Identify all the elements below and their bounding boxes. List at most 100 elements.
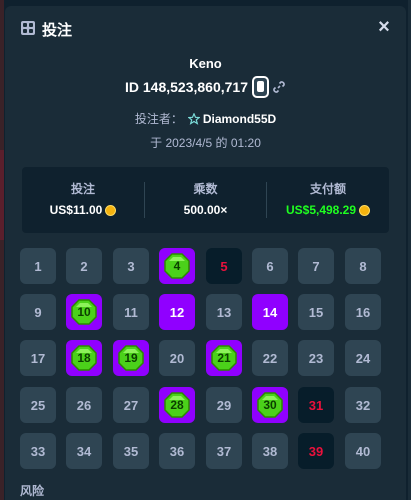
keno-grid-icon [21, 21, 35, 35]
keno-grid: 1 2 3 4 5 6 7 8 9 10 11 12 13 14 15 16 17 18 19 20 21 22 23 24 2… [20, 248, 396, 469]
keno-tile-number: 2 [80, 258, 88, 274]
copy-icon[interactable] [252, 76, 269, 98]
keno-tile-number: 21 [217, 351, 231, 365]
keno-tile-hit[interactable]: 28 [159, 387, 195, 423]
keno-tile-number: 16 [355, 304, 371, 320]
bettor-row: 投注者： Diamond55D [5, 110, 406, 127]
keno-tile[interactable]: 33 [20, 433, 56, 469]
keno-tile-number: 19 [124, 351, 138, 365]
bet-id: ID 148,523,860,717 [125, 79, 248, 95]
keno-tile-number: 20 [169, 350, 185, 366]
keno-tile-number: 10 [77, 305, 91, 319]
keno-tile-hit[interactable]: 19 [113, 340, 149, 376]
stat-payout-value-row: US$5,498.29 [267, 203, 389, 217]
keno-tile[interactable]: 16 [345, 294, 381, 330]
keno-tile-number: 1 [34, 258, 42, 274]
keno-tile[interactable]: 15 [298, 294, 334, 330]
stat-bet-value-row: US$11.00 [22, 203, 144, 217]
keno-tile[interactable]: 11 [113, 294, 149, 330]
stat-multiplier-value-row: 500.00× [145, 203, 266, 217]
keno-tile[interactable]: 34 [66, 433, 102, 469]
stat-multiplier-label: 乘数 [193, 182, 218, 196]
keno-tile-drawn[interactable]: 5 [206, 248, 242, 284]
keno-tile[interactable]: 7 [298, 248, 334, 284]
keno-tile[interactable]: 25 [20, 387, 56, 423]
keno-tile-number: 31 [308, 397, 324, 413]
coin-icon [359, 204, 371, 216]
keno-tile-number: 33 [30, 443, 46, 459]
keno-tile[interactable]: 20 [159, 340, 195, 376]
link-icon[interactable] [272, 80, 286, 94]
keno-tile[interactable]: 36 [159, 433, 195, 469]
stat-bet-label: 投注 [70, 182, 95, 196]
keno-tile-selected[interactable]: 12 [159, 294, 195, 330]
keno-tile-number: 40 [355, 443, 371, 459]
stat-bet-value: US$11.00 [49, 203, 103, 217]
modal-header: 投注 × [5, 6, 406, 50]
keno-tile[interactable]: 9 [20, 294, 56, 330]
keno-tile[interactable]: 38 [252, 433, 288, 469]
keno-tile-number: 13 [216, 304, 232, 320]
keno-tile-number: 3 [127, 258, 135, 274]
star-icon [187, 112, 200, 125]
keno-tile-number: 39 [308, 443, 324, 459]
keno-tile[interactable]: 8 [345, 248, 381, 284]
stat-multiplier: 乘数 500.00× [145, 167, 266, 233]
keno-tile[interactable]: 13 [206, 294, 242, 330]
background-edge-left-accent [0, 150, 4, 240]
stat-payout-value: US$5,498.29 [285, 203, 357, 217]
keno-tile[interactable]: 37 [206, 433, 242, 469]
keno-tile-hit[interactable]: 4 [159, 248, 195, 284]
bet-stats-panel: 投注 US$11.00 乘数 500.00× 支付额 US$5,498.29 [22, 167, 389, 233]
keno-tile-drawn[interactable]: 39 [298, 433, 334, 469]
keno-tile[interactable]: 26 [66, 387, 102, 423]
keno-tile[interactable]: 17 [20, 340, 56, 376]
game-name: Keno [189, 56, 222, 71]
keno-tile-selected[interactable]: 14 [252, 294, 288, 330]
keno-tile-number: 6 [266, 258, 274, 274]
keno-tile-hit[interactable]: 21 [206, 340, 242, 376]
keno-tile-number: 36 [169, 443, 185, 459]
keno-tile[interactable]: 27 [113, 387, 149, 423]
stat-multiplier-value: 500.00× [183, 203, 228, 217]
keno-tile[interactable]: 24 [345, 340, 381, 376]
keno-tile-number: 14 [262, 304, 278, 320]
keno-tile[interactable]: 35 [113, 433, 149, 469]
bettor-label: 投注者： [134, 112, 183, 126]
keno-tile[interactable]: 23 [298, 340, 334, 376]
keno-tile-hit[interactable]: 30 [252, 387, 288, 423]
keno-tile[interactable]: 22 [252, 340, 288, 376]
keno-tile-number: 25 [30, 397, 46, 413]
keno-tile-number: 23 [308, 350, 324, 366]
keno-tile[interactable]: 2 [66, 248, 102, 284]
keno-tile[interactable]: 29 [206, 387, 242, 423]
stat-payout: 支付额 US$5,498.29 [267, 167, 389, 233]
stat-payout-label: 支付额 [309, 182, 346, 196]
bettor-name[interactable]: Diamond55D [203, 112, 276, 126]
bet-date: 于 2023/4/5 的 01:20 [150, 136, 261, 150]
keno-tile-number: 35 [123, 443, 139, 459]
keno-tile[interactable]: 40 [345, 433, 381, 469]
keno-tile-number: 27 [123, 397, 139, 413]
bet-details-modal: 投注 × Keno ID 148,523,860,717 投注者： Diamon… [5, 6, 406, 500]
keno-tile-number: 30 [263, 398, 277, 412]
keno-tile-drawn[interactable]: 31 [298, 387, 334, 423]
keno-tile[interactable]: 1 [20, 248, 56, 284]
keno-tile-hit[interactable]: 18 [66, 340, 102, 376]
keno-tile-number: 24 [355, 350, 371, 366]
keno-tile-number: 37 [216, 443, 232, 459]
keno-tile-number: 11 [124, 304, 138, 320]
risk-section-label: 风险 [20, 484, 45, 498]
keno-tile-number: 18 [77, 351, 91, 365]
keno-tile-number: 5 [220, 258, 228, 274]
close-icon[interactable]: × [374, 17, 394, 37]
keno-tile-number: 15 [308, 304, 324, 320]
keno-tile-number: 38 [262, 443, 278, 459]
keno-tile-number: 26 [76, 397, 92, 413]
keno-tile-number: 9 [34, 304, 42, 320]
keno-tile[interactable]: 32 [345, 387, 381, 423]
keno-tile-hit[interactable]: 10 [66, 294, 102, 330]
keno-tile-number: 34 [76, 443, 92, 459]
keno-tile[interactable]: 3 [113, 248, 149, 284]
keno-tile[interactable]: 6 [252, 248, 288, 284]
